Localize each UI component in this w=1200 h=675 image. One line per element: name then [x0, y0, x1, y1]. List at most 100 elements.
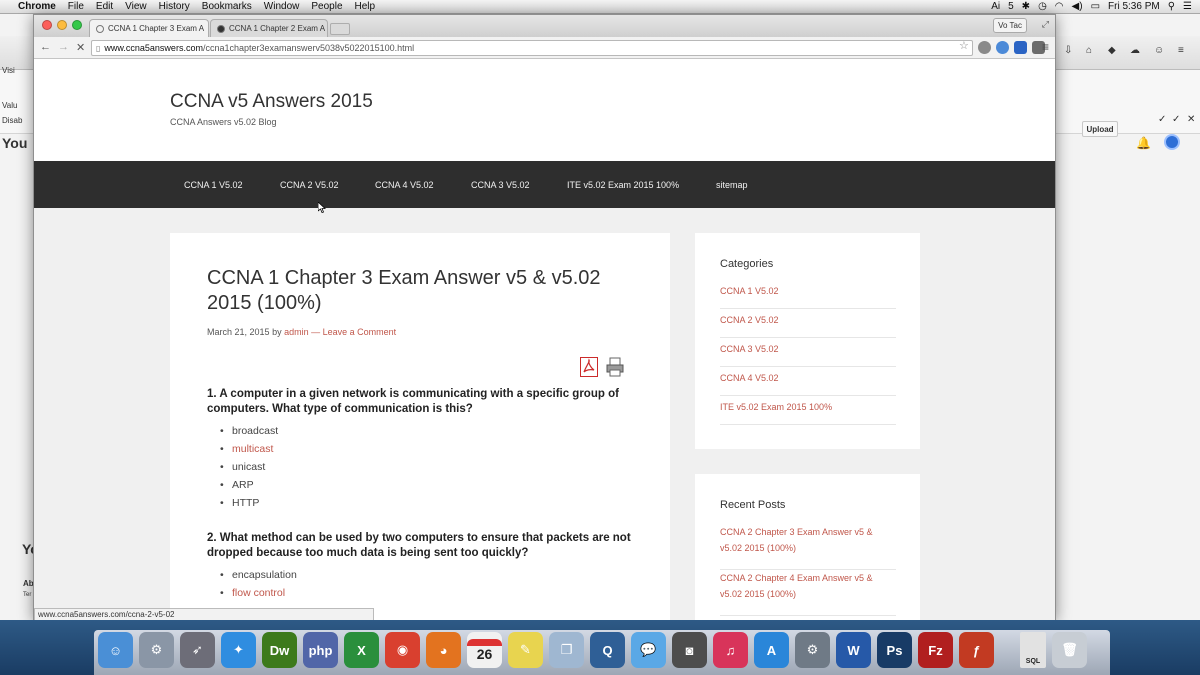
adobe-icon[interactable]: Ai	[991, 1, 1000, 12]
zoom-window-button[interactable]	[72, 20, 82, 30]
close-window-button[interactable]	[42, 20, 52, 30]
menu-history[interactable]: History	[159, 1, 190, 12]
extension-info-icon[interactable]	[996, 41, 1009, 54]
pdf-icon[interactable]	[580, 357, 598, 377]
recent-post-2[interactable]: CCNA 2 Chapter 4 Exam Answer v5 & v5.02 …	[720, 570, 896, 616]
recent-post-1[interactable]: CCNA 2 Chapter 3 Exam Answer v5 & v5.02 …	[720, 524, 896, 570]
finder-icon[interactable]: ☺	[98, 632, 133, 668]
bg-close-icon[interactable]: ✕	[1187, 114, 1195, 125]
bg-download-icon[interactable]: ⇩	[1064, 45, 1072, 56]
notification-center-icon[interactable]: ☰	[1183, 1, 1192, 12]
launchpad-icon[interactable]: ➶	[180, 632, 215, 668]
nav-ccna3[interactable]: CCNA 3 V5.02	[471, 180, 530, 190]
app-store-icon[interactable]: A	[754, 632, 789, 668]
volume-icon[interactable]: ◀)	[1072, 1, 1083, 12]
post-meta: March 21, 2015 by admin — Leave a Commen…	[207, 327, 396, 337]
image-capture-icon[interactable]: ◙	[672, 632, 707, 668]
tab-strip: CCNA 1 Chapter 3 Exam A × CCNA 1 Chapter…	[34, 15, 1055, 37]
chrome-menu-icon[interactable]: ≡	[1042, 40, 1049, 54]
post-author-link[interactable]: admin	[284, 327, 309, 337]
stop-loading-icon[interactable]: ✕	[76, 41, 85, 54]
utility-icon[interactable]: ⚙	[795, 632, 830, 668]
category-ccna3[interactable]: CCNA 3 V5.02	[720, 338, 896, 367]
menu-window[interactable]: Window	[264, 1, 300, 12]
answer-encapsulation: encapsulation	[220, 569, 297, 587]
battery-indicator[interactable]: 5	[1008, 1, 1014, 12]
photoshop-icon[interactable]: Ps	[877, 632, 912, 668]
nav-ccna2[interactable]: CCNA 2 V5.02	[280, 180, 339, 190]
profile-button[interactable]: Vo Tac	[993, 18, 1027, 33]
url-host: www.ccna5answers.com	[104, 43, 203, 53]
bg-menu-icon[interactable]: ≡	[1178, 45, 1184, 56]
menu-bookmarks[interactable]: Bookmarks	[202, 1, 252, 12]
dreamweaver-icon[interactable]: Dw	[262, 632, 297, 668]
category-ite[interactable]: ITE v5.02 Exam 2015 100%	[720, 396, 896, 425]
nav-sitemap[interactable]: sitemap	[716, 180, 748, 190]
menu-people[interactable]: People	[311, 1, 342, 12]
preview-icon[interactable]: ❐	[549, 632, 584, 668]
tab-ccna1-ch3[interactable]: CCNA 1 Chapter 3 Exam A ×	[89, 19, 209, 37]
bg-item-valu[interactable]: Valu	[2, 101, 17, 110]
address-bar[interactable]: ▯ www.ccna5answers.com /ccna1chapter3exa…	[91, 40, 973, 56]
leave-comment-link[interactable]: Leave a Comment	[323, 327, 397, 337]
chrome-icon[interactable]: ◉	[385, 632, 420, 668]
forward-icon[interactable]: →	[58, 41, 69, 53]
bluetooth-icon[interactable]: ✱	[1022, 1, 1030, 12]
messages-icon[interactable]: 💬	[631, 632, 666, 668]
print-icon[interactable]	[606, 357, 624, 377]
category-ccna1[interactable]: CCNA 1 V5.02	[720, 280, 896, 309]
word-icon[interactable]: W	[836, 632, 871, 668]
sql-file-icon[interactable]: SQL	[1020, 632, 1046, 668]
menu-edit[interactable]: Edit	[96, 1, 113, 12]
excel-icon[interactable]: X	[344, 632, 379, 668]
bg-check-icon[interactable]: ✓	[1158, 114, 1166, 125]
bell-icon[interactable]: 🔔	[1136, 136, 1151, 150]
safari-icon[interactable]: ✦	[221, 632, 256, 668]
category-ccna4[interactable]: CCNA 4 V5.02	[720, 367, 896, 396]
answer-flow-control: flow control	[220, 587, 297, 605]
stickies-icon[interactable]: ✎	[508, 632, 543, 668]
minimize-window-button[interactable]	[57, 20, 67, 30]
wifi-icon[interactable]: ◠	[1055, 1, 1064, 12]
bg-item-disab[interactable]: Disab	[2, 116, 22, 125]
menubar-clock[interactable]: Fri 5:36 PM	[1108, 1, 1160, 12]
battery-icon[interactable]: ▭	[1091, 1, 1100, 12]
spotlight-icon[interactable]: ⚲	[1168, 1, 1175, 12]
menu-help[interactable]: Help	[355, 1, 376, 12]
fullscreen-icon[interactable]: ⤢	[1042, 19, 1049, 30]
bg-home-icon[interactable]: ⌂	[1086, 45, 1092, 56]
nav-ite[interactable]: ITE v5.02 Exam 2015 100%	[567, 180, 679, 190]
calendar-icon[interactable]: 26	[467, 632, 502, 668]
extension-image-icon[interactable]	[1014, 41, 1027, 54]
back-icon[interactable]: ←	[40, 41, 51, 53]
menu-view[interactable]: View	[125, 1, 147, 12]
bg-bookmark-visi[interactable]: Visi	[2, 66, 15, 75]
extension-shield-icon[interactable]	[978, 41, 991, 54]
bg-check-icon-2[interactable]: ✓	[1172, 114, 1180, 125]
avatar[interactable]	[1164, 134, 1180, 150]
post-date[interactable]: March 21, 2015	[207, 327, 270, 337]
site-title[interactable]: CCNA v5 Answers 2015	[170, 91, 373, 113]
itunes-icon[interactable]: ♫	[713, 632, 748, 668]
upload-button[interactable]: Upload	[1082, 121, 1118, 137]
answer-arp: ARP	[220, 479, 278, 497]
bg-chat-icon[interactable]: ☁	[1130, 45, 1140, 56]
system-preferences-icon[interactable]: ⚙	[139, 632, 174, 668]
bg-smiley-icon[interactable]: ☺	[1154, 45, 1164, 56]
tab-ccna1-ch2[interactable]: CCNA 1 Chapter 2 Exam A ×	[210, 19, 328, 37]
category-ccna2[interactable]: CCNA 2 V5.02	[720, 309, 896, 338]
filezilla-icon[interactable]: Fz	[918, 632, 953, 668]
trash-icon[interactable]: 🗑	[1052, 632, 1087, 668]
firefox-icon[interactable]: ◕	[426, 632, 461, 668]
quicktime-icon[interactable]: Q	[590, 632, 625, 668]
php-icon[interactable]: php	[303, 632, 338, 668]
time-machine-icon[interactable]: ◷	[1038, 1, 1047, 12]
new-tab-button[interactable]	[330, 23, 350, 35]
nav-ccna4[interactable]: CCNA 4 V5.02	[375, 180, 434, 190]
menubar-app-name[interactable]: Chrome	[18, 1, 56, 12]
bg-shield-icon[interactable]: ◆	[1108, 45, 1116, 56]
menu-file[interactable]: File	[68, 1, 84, 12]
flash-icon[interactable]: ƒ	[959, 632, 994, 668]
nav-ccna1[interactable]: CCNA 1 V5.02	[184, 180, 243, 190]
bookmark-star-icon[interactable]: ☆	[959, 39, 969, 52]
